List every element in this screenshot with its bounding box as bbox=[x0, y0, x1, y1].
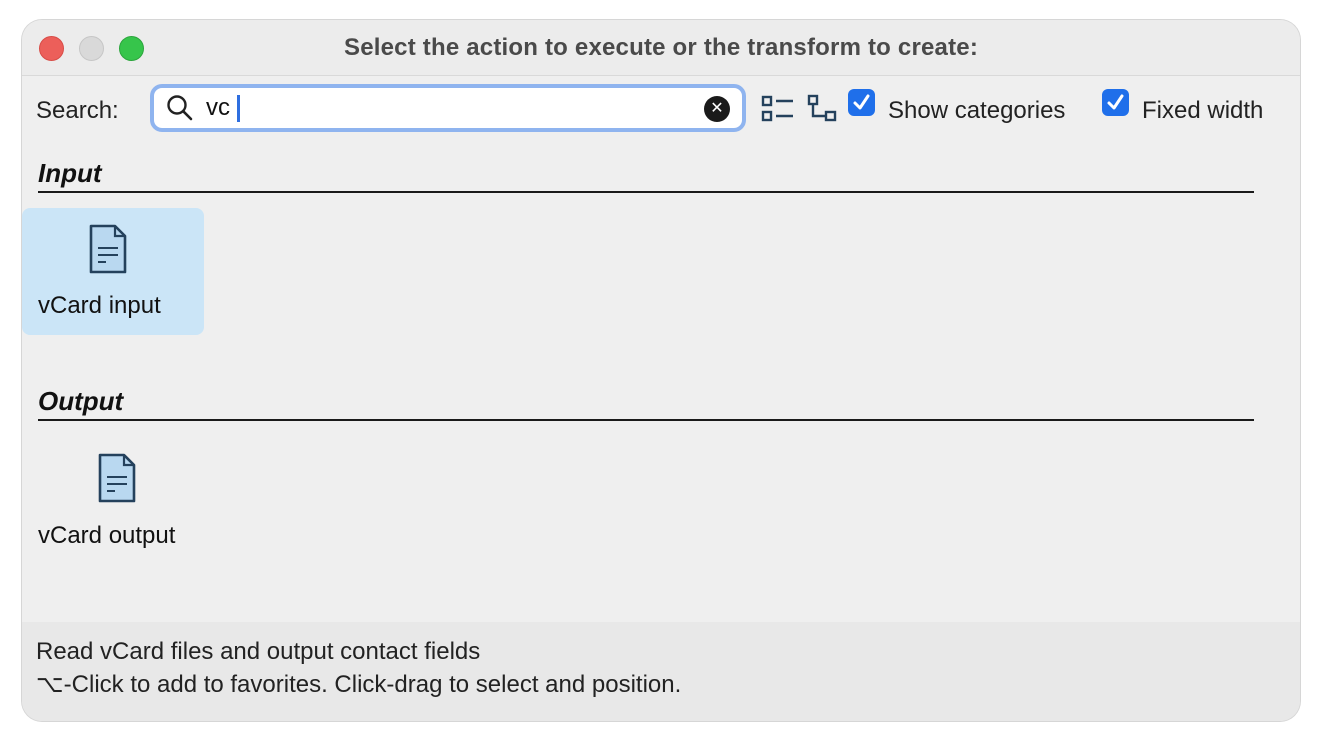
text-caret bbox=[237, 95, 240, 122]
fixed-width-label[interactable]: Fixed width bbox=[1142, 97, 1263, 125]
search-input[interactable] bbox=[206, 92, 686, 124]
tree-view-icon[interactable] bbox=[807, 94, 841, 124]
checkmark-icon bbox=[1107, 94, 1124, 110]
show-categories-checkbox[interactable] bbox=[848, 89, 875, 116]
show-categories-label[interactable]: Show categories bbox=[888, 97, 1065, 125]
search-icon bbox=[167, 95, 193, 121]
x-circle-icon[interactable]: ✕ bbox=[704, 96, 730, 122]
status-hint: ⌥-Click to add to favorites. Click-drag … bbox=[36, 671, 682, 698]
search-toolbar: Search: ✕ Show categories bbox=[22, 77, 1300, 137]
search-label: Search: bbox=[36, 97, 119, 124]
status-bar: Read vCard files and output contact fiel… bbox=[22, 622, 1300, 721]
section-divider bbox=[38, 419, 1254, 421]
checkmark-icon bbox=[853, 94, 870, 110]
action-item-label: vCard input bbox=[38, 292, 161, 319]
fixed-width-checkbox[interactable] bbox=[1102, 89, 1129, 116]
action-item-vcard-output[interactable]: vCard output bbox=[22, 438, 222, 562]
section-title-input: Input bbox=[38, 158, 102, 188]
window-title: Select the action to execute or the tran… bbox=[343, 34, 979, 61]
list-view-icon[interactable] bbox=[761, 94, 795, 124]
search-field[interactable]: ✕ bbox=[150, 84, 746, 132]
title-bar: Select the action to execute or the tran… bbox=[22, 20, 1300, 76]
section-divider bbox=[38, 191, 1254, 193]
status-description: Read vCard files and output contact fiel… bbox=[36, 638, 481, 665]
section-title-output: Output bbox=[38, 386, 124, 416]
document-icon bbox=[98, 453, 136, 503]
dialog-window: Select the action to execute or the tran… bbox=[22, 20, 1300, 721]
document-icon bbox=[89, 224, 127, 274]
action-item-vcard-input[interactable]: vCard input bbox=[22, 208, 204, 335]
action-item-label: vCard output bbox=[38, 522, 176, 549]
